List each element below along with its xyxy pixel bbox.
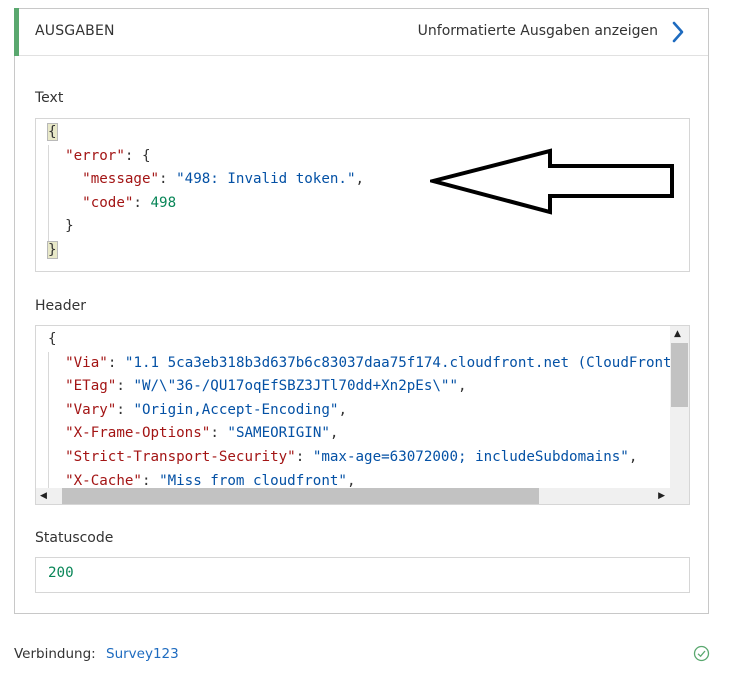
horizontal-scrollbar[interactable]: ◀ ▶ — [36, 488, 689, 504]
check-circle-icon — [693, 645, 710, 662]
code-line: } — [47, 240, 58, 259]
outputs-header: AUSGABEN Unformatierte Ausgaben anzeigen — [14, 8, 708, 56]
vertical-scrollbar[interactable]: ▲ ▼ — [670, 326, 689, 504]
code-line: "error": { — [65, 147, 151, 164]
outputs-title: AUSGABEN — [35, 23, 115, 39]
outputs-card: AUSGABEN Unformatierte Ausgaben anzeigen… — [14, 8, 709, 614]
horizontal-scroll-thumb[interactable] — [62, 488, 539, 504]
code-line: "X-Cache": "Miss from cloudfront", — [65, 472, 356, 489]
code-line: "code": 498 — [82, 194, 177, 211]
header-output-box[interactable]: { "Via": "1.1 5ca3eb318b3d637b6c83037daa… — [35, 325, 690, 505]
statuscode-label: Statuscode — [35, 530, 114, 546]
text-label: Text — [35, 90, 64, 106]
text-output-code: { "error": { "message": "498: Invalid to… — [47, 121, 365, 263]
code-line: "Vary": "Origin,Accept-Encoding", — [65, 401, 347, 418]
scroll-up-arrow-icon[interactable]: ▲ — [674, 329, 681, 339]
connection-link[interactable]: Survey123 — [106, 646, 179, 662]
arrow-left-icon — [430, 148, 674, 215]
show-raw-outputs-link[interactable]: Unformatierte Ausgaben anzeigen — [418, 23, 658, 39]
header-label: Header — [35, 298, 86, 314]
code-line: { — [48, 331, 57, 347]
code-line: "X-Frame-Options": "SAMEORIGIN", — [65, 425, 339, 442]
chevron-right-icon[interactable] — [669, 20, 687, 44]
header-output-code: { "Via": "1.1 5ca3eb318b3d637b6c83037daa… — [48, 328, 689, 504]
statuscode-box[interactable]: 200 — [35, 557, 690, 593]
connection-label: Verbindung: — [14, 646, 96, 662]
accent-bar — [14, 8, 19, 56]
code-line: "Strict-Transport-Security": "max-age=63… — [65, 448, 638, 465]
statuscode-value: 200 — [48, 565, 74, 581]
code-line: "message": "498: Invalid token.", — [82, 171, 365, 188]
scroll-left-arrow-icon[interactable]: ◀ — [40, 491, 47, 501]
code-line: { — [47, 123, 58, 141]
code-line: "ETag": "W/\"36-/QU17oqEfSBZ3JTl70dd+Xn2… — [65, 378, 467, 395]
code-line: "Via": "1.1 5ca3eb318b3d637b6c83037daa75… — [65, 354, 689, 371]
vertical-scroll-thumb[interactable] — [671, 343, 688, 407]
code-line: } — [48, 218, 74, 235]
scroll-right-arrow-icon[interactable]: ▶ — [658, 491, 665, 501]
